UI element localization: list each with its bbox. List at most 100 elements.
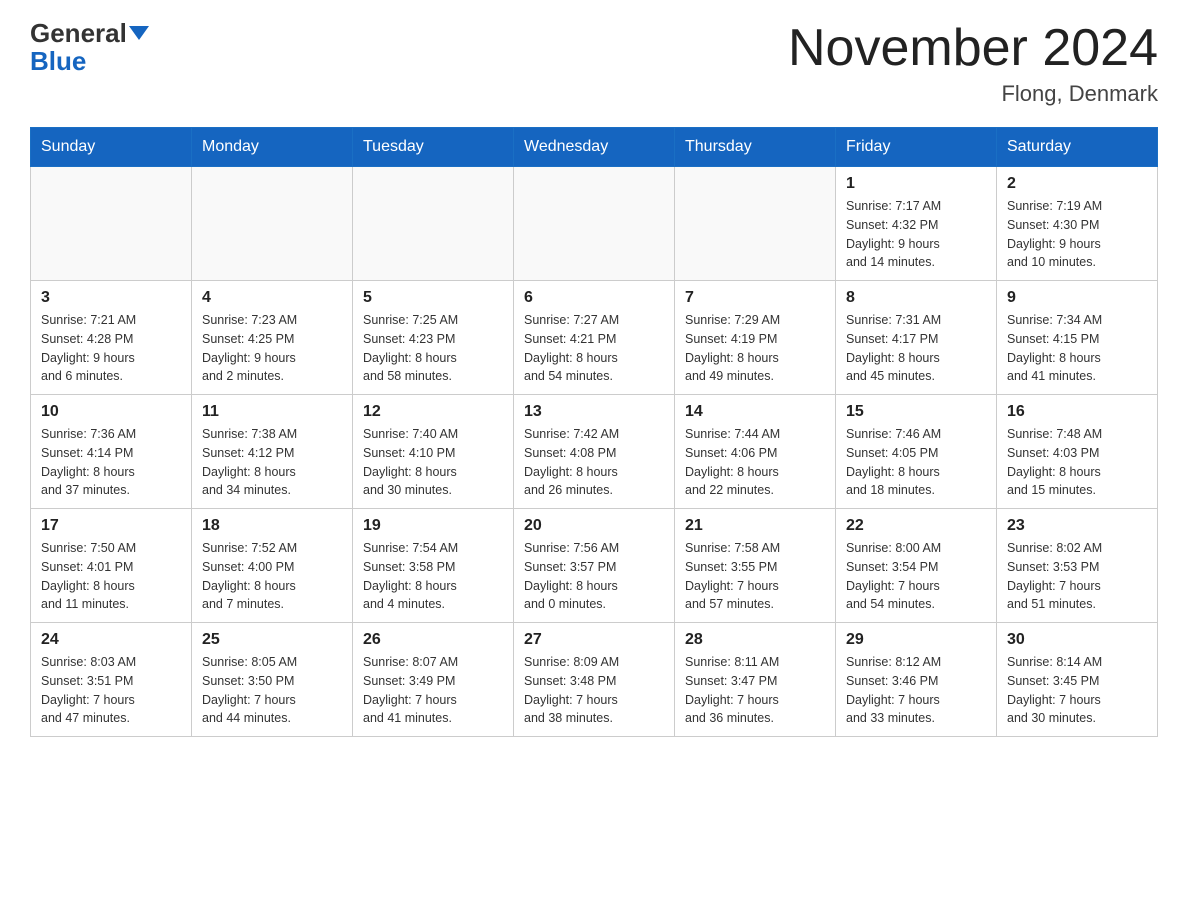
week-row-3: 17 Sunrise: 7:50 AMSunset: 4:01 PMDayligh… xyxy=(31,509,1158,623)
day-info: Sunrise: 7:17 AMSunset: 4:32 PMDaylight:… xyxy=(846,197,986,272)
day-number: 10 xyxy=(41,403,181,421)
day-number: 4 xyxy=(202,289,342,307)
week-row-0: 1 Sunrise: 7:17 AMSunset: 4:32 PMDaylight… xyxy=(31,167,1158,281)
calendar-cell: 17 Sunrise: 7:50 AMSunset: 4:01 PMDayligh… xyxy=(31,509,192,623)
day-info: Sunrise: 7:36 AMSunset: 4:14 PMDaylight:… xyxy=(41,425,181,500)
day-info: Sunrise: 8:09 AMSunset: 3:48 PMDaylight:… xyxy=(524,653,664,728)
day-info: Sunrise: 7:44 AMSunset: 4:06 PMDaylight:… xyxy=(685,425,825,500)
day-info: Sunrise: 7:56 AMSunset: 3:57 PMDaylight:… xyxy=(524,539,664,614)
calendar-cell: 27 Sunrise: 8:09 AMSunset: 3:48 PMDayligh… xyxy=(514,623,675,737)
calendar-cell: 11 Sunrise: 7:38 AMSunset: 4:12 PMDayligh… xyxy=(192,395,353,509)
calendar-cell: 6 Sunrise: 7:27 AMSunset: 4:21 PMDaylight… xyxy=(514,281,675,395)
day-header-monday: Monday xyxy=(192,128,353,167)
calendar-cell: 26Sunrise: 8:07 AMSunset: 3:49 PMDayligh… xyxy=(353,623,514,737)
day-number: 2 xyxy=(1007,175,1147,193)
day-number: 17 xyxy=(41,517,181,535)
day-header-wednesday: Wednesday xyxy=(514,128,675,167)
day-header-tuesday: Tuesday xyxy=(353,128,514,167)
day-info: Sunrise: 8:14 AMSunset: 3:45 PMDaylight:… xyxy=(1007,653,1147,728)
calendar-cell xyxy=(192,167,353,281)
day-header-saturday: Saturday xyxy=(997,128,1158,167)
day-info: Sunrise: 7:23 AMSunset: 4:25 PMDaylight:… xyxy=(202,311,342,386)
title-block: November 2024 Flong, Denmark xyxy=(788,20,1158,107)
day-number: 3 xyxy=(41,289,181,307)
logo-sub-text: Blue xyxy=(30,46,86,76)
calendar-cell: 2 Sunrise: 7:19 AMSunset: 4:30 PMDaylight… xyxy=(997,167,1158,281)
day-info: Sunrise: 7:31 AMSunset: 4:17 PMDaylight:… xyxy=(846,311,986,386)
day-number: 19 xyxy=(363,517,503,535)
day-number: 6 xyxy=(524,289,664,307)
calendar-cell: 16Sunrise: 7:48 AMSunset: 4:03 PMDayligh… xyxy=(997,395,1158,509)
calendar-cell: 30 Sunrise: 8:14 AMSunset: 3:45 PMDayligh… xyxy=(997,623,1158,737)
calendar-cell: 20 Sunrise: 7:56 AMSunset: 3:57 PMDayligh… xyxy=(514,509,675,623)
day-info: Sunrise: 7:46 AMSunset: 4:05 PMDaylight:… xyxy=(846,425,986,500)
calendar-cell: 24Sunrise: 8:03 AMSunset: 3:51 PMDayligh… xyxy=(31,623,192,737)
calendar-cell: 9 Sunrise: 7:34 AMSunset: 4:15 PMDaylight… xyxy=(997,281,1158,395)
calendar-cell: 28Sunrise: 8:11 AMSunset: 3:47 PMDayligh… xyxy=(675,623,836,737)
day-info: Sunrise: 7:58 AMSunset: 3:55 PMDaylight:… xyxy=(685,539,825,614)
page-header: General Blue November 2024 Flong, Denmar… xyxy=(30,20,1158,107)
week-row-2: 10 Sunrise: 7:36 AMSunset: 4:14 PMDayligh… xyxy=(31,395,1158,509)
day-number: 15 xyxy=(846,403,986,421)
calendar-cell: 7Sunrise: 7:29 AMSunset: 4:19 PMDaylight… xyxy=(675,281,836,395)
calendar-cell: 25 Sunrise: 8:05 AMSunset: 3:50 PMDayligh… xyxy=(192,623,353,737)
calendar-cell: 4 Sunrise: 7:23 AMSunset: 4:25 PMDaylight… xyxy=(192,281,353,395)
calendar-cell: 15 Sunrise: 7:46 AMSunset: 4:05 PMDayligh… xyxy=(836,395,997,509)
calendar-cell: 22 Sunrise: 8:00 AMSunset: 3:54 PMDayligh… xyxy=(836,509,997,623)
day-info: Sunrise: 7:50 AMSunset: 4:01 PMDaylight:… xyxy=(41,539,181,614)
calendar-cell: 21 Sunrise: 7:58 AMSunset: 3:55 PMDayligh… xyxy=(675,509,836,623)
calendar-cell: 5Sunrise: 7:25 AMSunset: 4:23 PMDaylight… xyxy=(353,281,514,395)
day-info: Sunrise: 8:00 AMSunset: 3:54 PMDaylight:… xyxy=(846,539,986,614)
calendar-cell: 18 Sunrise: 7:52 AMSunset: 4:00 PMDayligh… xyxy=(192,509,353,623)
day-number: 29 xyxy=(846,631,986,649)
day-info: Sunrise: 8:02 AMSunset: 3:53 PMDaylight:… xyxy=(1007,539,1147,614)
day-info: Sunrise: 7:52 AMSunset: 4:00 PMDaylight:… xyxy=(202,539,342,614)
day-number: 13 xyxy=(524,403,664,421)
day-info: Sunrise: 8:12 AMSunset: 3:46 PMDaylight:… xyxy=(846,653,986,728)
calendar-cell: 10 Sunrise: 7:36 AMSunset: 4:14 PMDayligh… xyxy=(31,395,192,509)
week-row-4: 24Sunrise: 8:03 AMSunset: 3:51 PMDayligh… xyxy=(31,623,1158,737)
day-number: 12 xyxy=(363,403,503,421)
calendar-cell: 14 Sunrise: 7:44 AMSunset: 4:06 PMDayligh… xyxy=(675,395,836,509)
day-info: Sunrise: 7:42 AMSunset: 4:08 PMDaylight:… xyxy=(524,425,664,500)
calendar-cell xyxy=(31,167,192,281)
day-info: Sunrise: 7:54 AMSunset: 3:58 PMDaylight:… xyxy=(363,539,503,614)
calendar-title: November 2024 xyxy=(788,20,1158,77)
calendar-header-row: SundayMondayTuesdayWednesdayThursdayFrid… xyxy=(31,128,1158,167)
day-number: 1 xyxy=(846,175,986,193)
day-header-friday: Friday xyxy=(836,128,997,167)
calendar-cell xyxy=(514,167,675,281)
day-info: Sunrise: 7:38 AMSunset: 4:12 PMDaylight:… xyxy=(202,425,342,500)
calendar-cell: 1 Sunrise: 7:17 AMSunset: 4:32 PMDaylight… xyxy=(836,167,997,281)
day-info: Sunrise: 7:19 AMSunset: 4:30 PMDaylight:… xyxy=(1007,197,1147,272)
calendar-location: Flong, Denmark xyxy=(788,81,1158,107)
day-number: 26 xyxy=(363,631,503,649)
day-number: 25 xyxy=(202,631,342,649)
logo: General Blue xyxy=(30,20,149,77)
day-number: 14 xyxy=(685,403,825,421)
calendar-cell: 29 Sunrise: 8:12 AMSunset: 3:46 PMDayligh… xyxy=(836,623,997,737)
day-number: 11 xyxy=(202,403,342,421)
day-number: 30 xyxy=(1007,631,1147,649)
day-info: Sunrise: 7:27 AMSunset: 4:21 PMDaylight:… xyxy=(524,311,664,386)
day-info: Sunrise: 7:25 AMSunset: 4:23 PMDaylight:… xyxy=(363,311,503,386)
day-number: 20 xyxy=(524,517,664,535)
day-number: 27 xyxy=(524,631,664,649)
day-number: 22 xyxy=(846,517,986,535)
day-header-thursday: Thursday xyxy=(675,128,836,167)
day-info: Sunrise: 7:34 AMSunset: 4:15 PMDaylight:… xyxy=(1007,311,1147,386)
day-number: 24 xyxy=(41,631,181,649)
calendar-cell xyxy=(675,167,836,281)
calendar-cell: 8Sunrise: 7:31 AMSunset: 4:17 PMDaylight… xyxy=(836,281,997,395)
logo-triangle-icon xyxy=(129,26,149,40)
day-number: 18 xyxy=(202,517,342,535)
day-number: 9 xyxy=(1007,289,1147,307)
calendar-cell: 23Sunrise: 8:02 AMSunset: 3:53 PMDayligh… xyxy=(997,509,1158,623)
day-info: Sunrise: 7:21 AMSunset: 4:28 PMDaylight:… xyxy=(41,311,181,386)
day-info: Sunrise: 8:05 AMSunset: 3:50 PMDaylight:… xyxy=(202,653,342,728)
day-number: 7 xyxy=(685,289,825,307)
day-info: Sunrise: 7:48 AMSunset: 4:03 PMDaylight:… xyxy=(1007,425,1147,500)
day-info: Sunrise: 8:11 AMSunset: 3:47 PMDaylight:… xyxy=(685,653,825,728)
day-number: 21 xyxy=(685,517,825,535)
logo-main-text: General xyxy=(30,20,127,46)
